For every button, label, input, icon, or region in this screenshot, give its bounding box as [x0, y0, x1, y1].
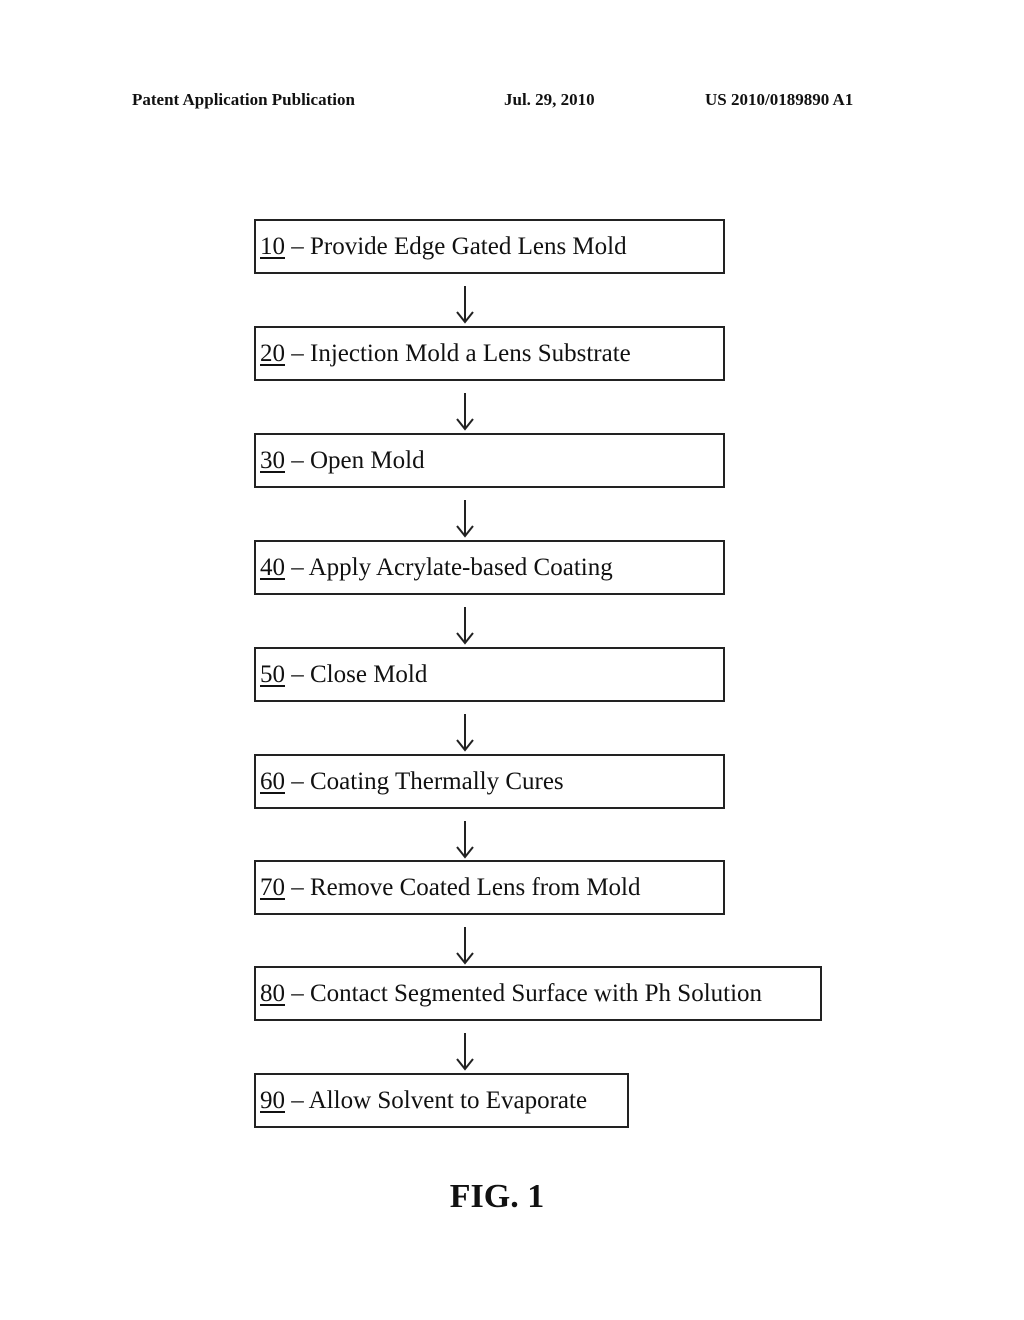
step-box-30: 30 – Open Mold [254, 433, 725, 488]
step-label: – Remove Coated Lens from Mold [285, 874, 641, 901]
figure-label: FIG. 1 [449, 1178, 545, 1215]
publication-date: Jul. 29, 2010 [504, 90, 595, 109]
publication-title: Patent Application Publication [132, 90, 355, 109]
step-number: 40 [260, 554, 285, 581]
step-box-60: 60 – Coating Thermally Cures [254, 754, 725, 809]
arrow-down-icon [456, 821, 474, 859]
step-number: 60 [260, 768, 285, 795]
step-number: 30 [260, 447, 285, 474]
publication-number: US 2010/0189890 A1 [705, 90, 854, 109]
step-number: 90 [260, 1087, 285, 1114]
step-box-50: 50 – Close Mold [254, 647, 725, 702]
step-box-80: 80 – Contact Segmented Surface with Ph S… [254, 966, 822, 1021]
step-box-40: 40 – Apply Acrylate-based Coating [254, 540, 725, 595]
step-box-70: 70 – Remove Coated Lens from Mold [254, 860, 725, 915]
step-box-90: 90 – Allow Solvent to Evaporate [254, 1073, 629, 1128]
arrow-down-icon [456, 927, 474, 965]
arrow-down-icon [456, 393, 474, 431]
step-label: – Allow Solvent to Evaporate [285, 1087, 588, 1114]
step-number: 10 [260, 233, 285, 260]
step-label: – Coating Thermally Cures [285, 768, 564, 795]
step-box-10: 10 – Provide Edge Gated Lens Mold [254, 219, 725, 274]
step-number: 80 [260, 980, 285, 1007]
step-label: – Apply Acrylate-based Coating [285, 554, 613, 581]
arrow-down-icon [456, 714, 474, 752]
step-label: – Provide Edge Gated Lens Mold [285, 233, 627, 260]
step-label: – Close Mold [285, 661, 428, 688]
arrow-down-icon [456, 286, 474, 324]
step-box-20: 20 – Injection Mold a Lens Substrate [254, 326, 725, 381]
step-label: – Contact Segmented Surface with Ph Solu… [285, 980, 763, 1007]
step-number: 20 [260, 340, 285, 367]
step-number: 50 [260, 661, 285, 688]
arrow-down-icon [456, 1033, 474, 1071]
arrow-down-icon [456, 500, 474, 538]
arrow-down-icon [456, 607, 474, 645]
step-label: – Open Mold [285, 447, 425, 474]
step-label: – Injection Mold a Lens Substrate [285, 340, 631, 367]
step-number: 70 [260, 874, 285, 901]
